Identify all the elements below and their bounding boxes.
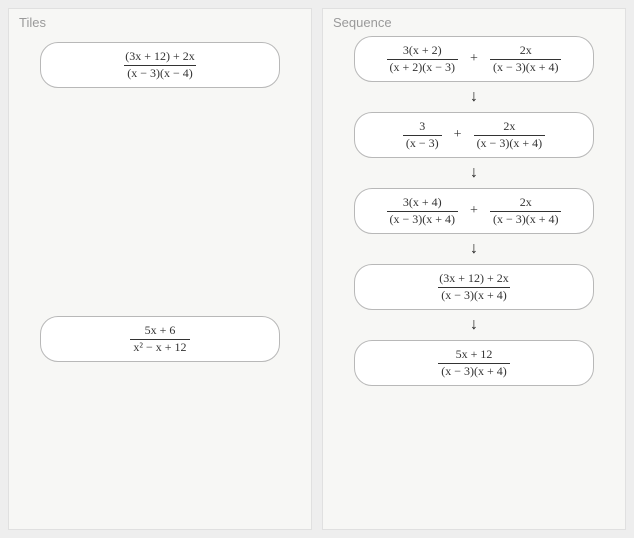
plus-icon: +	[452, 127, 464, 143]
arrow-down-icon: ↓	[470, 89, 478, 105]
tile-2[interactable]: 5x + 6 x² − x + 12	[40, 316, 280, 362]
tile-1[interactable]: (3x + 12) + 2x (x − 3)(x − 4)	[40, 42, 280, 88]
seq2-right-den: (x − 3)(x + 4)	[474, 135, 546, 150]
seq2-left-den: (x − 3)	[403, 135, 442, 150]
tile-2-expression: 5x + 6 x² − x + 12	[130, 324, 189, 353]
plus-icon: +	[468, 203, 480, 219]
tile-2-denominator: x² − x + 12	[130, 339, 189, 354]
seq3-left-num: 3(x + 4)	[400, 196, 445, 210]
sequence-area: 3(x + 2) (x + 2)(x − 3) + 2x (x − 3)(x +…	[333, 36, 615, 386]
tile-1-denominator: (x − 3)(x − 4)	[124, 65, 196, 80]
seq2-expression: 3 (x − 3) + 2x (x − 3)(x + 4)	[403, 120, 545, 149]
tile-2-numerator: 5x + 6	[142, 324, 179, 338]
seq3-right-num: 2x	[517, 196, 535, 210]
tiles-area: (3x + 12) + 2x (x − 3)(x − 4) 5x + 6 x² …	[19, 36, 301, 519]
seq2-right-num: 2x	[500, 120, 518, 134]
seq4-num: (3x + 12) + 2x	[436, 272, 512, 286]
seq1-left-den: (x + 2)(x − 3)	[387, 59, 459, 74]
seq3-left-den: (x − 3)(x + 4)	[387, 211, 459, 226]
tile-1-numerator: (3x + 12) + 2x	[122, 50, 198, 64]
tiles-panel: Tiles (3x + 12) + 2x (x − 3)(x − 4) 5x +…	[8, 8, 312, 530]
sequence-step-4[interactable]: (3x + 12) + 2x (x − 3)(x + 4)	[354, 264, 594, 310]
seq5-den: (x − 3)(x + 4)	[438, 363, 510, 378]
seq1-right-den: (x − 3)(x + 4)	[490, 59, 562, 74]
tile-1-expression: (3x + 12) + 2x (x − 3)(x − 4)	[122, 50, 198, 79]
sequence-step-1[interactable]: 3(x + 2) (x + 2)(x − 3) + 2x (x − 3)(x +…	[354, 36, 594, 82]
seq1-expression: 3(x + 2) (x + 2)(x − 3) + 2x (x − 3)(x +…	[387, 44, 562, 73]
arrow-down-icon: ↓	[470, 317, 478, 333]
seq5-num: 5x + 12	[453, 348, 496, 362]
arrow-down-icon: ↓	[470, 165, 478, 181]
seq4-expression: (3x + 12) + 2x (x − 3)(x + 4)	[436, 272, 512, 301]
tiles-panel-title: Tiles	[19, 15, 301, 30]
seq2-left-num: 3	[416, 120, 428, 134]
sequence-step-5[interactable]: 5x + 12 (x − 3)(x + 4)	[354, 340, 594, 386]
seq3-right-den: (x − 3)(x + 4)	[490, 211, 562, 226]
sequence-step-3[interactable]: 3(x + 4) (x − 3)(x + 4) + 2x (x − 3)(x +…	[354, 188, 594, 234]
seq1-right-num: 2x	[517, 44, 535, 58]
seq3-expression: 3(x + 4) (x − 3)(x + 4) + 2x (x − 3)(x +…	[387, 196, 562, 225]
plus-icon: +	[468, 51, 480, 67]
seq1-left-num: 3(x + 2)	[400, 44, 445, 58]
sequence-panel: Sequence 3(x + 2) (x + 2)(x − 3) + 2x (x…	[322, 8, 626, 530]
sequence-step-2[interactable]: 3 (x − 3) + 2x (x − 3)(x + 4)	[354, 112, 594, 158]
seq4-den: (x − 3)(x + 4)	[438, 287, 510, 302]
sequence-panel-title: Sequence	[333, 15, 615, 30]
arrow-down-icon: ↓	[470, 241, 478, 257]
seq5-expression: 5x + 12 (x − 3)(x + 4)	[438, 348, 510, 377]
